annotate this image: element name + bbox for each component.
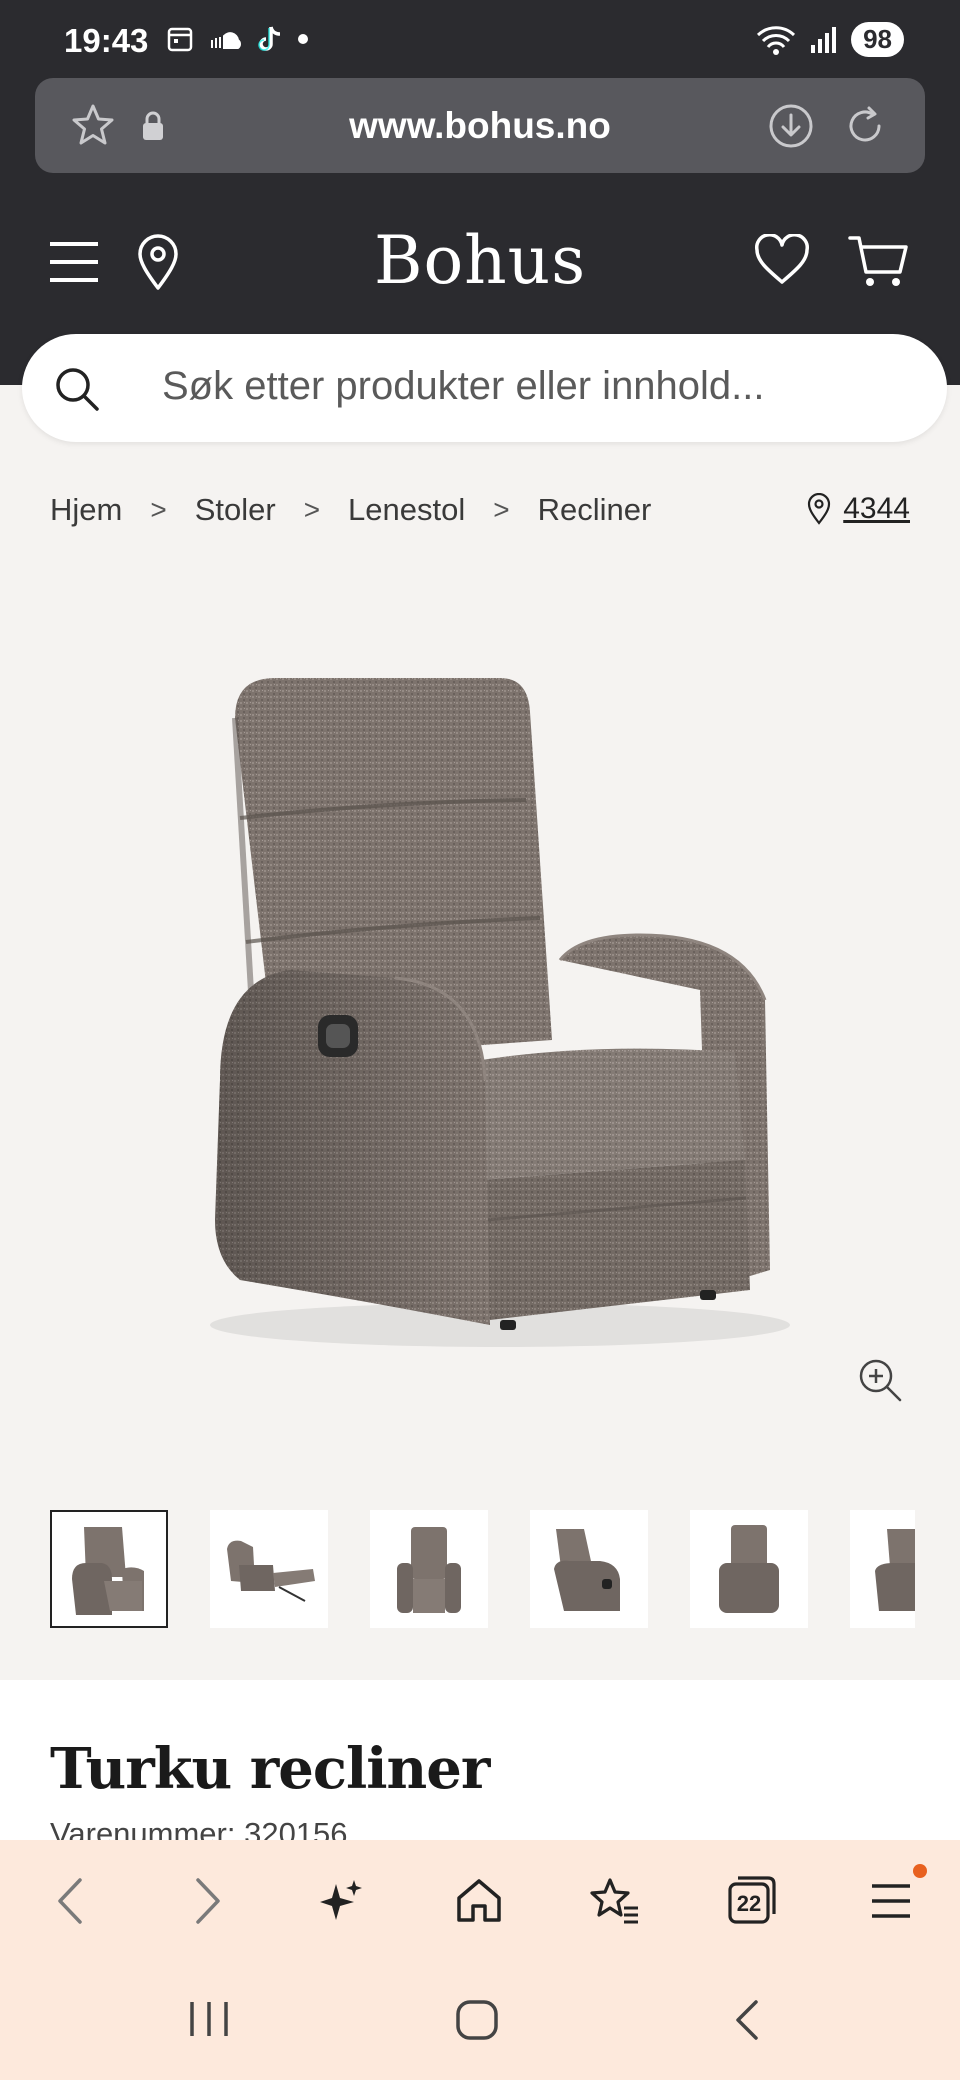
system-back-icon[interactable] <box>730 1998 764 2042</box>
home-button-icon[interactable] <box>454 1998 500 2042</box>
store-postal-code[interactable]: 4344 <box>843 492 910 526</box>
breadcrumb-item-recliner[interactable]: Recliner <box>538 492 652 528</box>
recent-apps-icon[interactable] <box>186 1998 232 2040</box>
product-info: Turku recliner Varenummer: 320156 <box>0 1680 960 1851</box>
status-time: 19:43 <box>64 22 149 59</box>
download-icon[interactable] <box>767 102 815 150</box>
notification-icons <box>166 24 310 54</box>
wifi-icon <box>757 25 796 55</box>
thumbnail-image <box>227 1540 315 1602</box>
selected-store[interactable]: 4344 <box>807 492 910 526</box>
address-bar[interactable]: www.bohus.no <box>35 78 925 173</box>
status-bar: 19:43 98 <box>0 0 960 82</box>
heart-icon[interactable] <box>754 234 810 286</box>
calendar-icon <box>167 27 193 52</box>
search-input[interactable]: Søk etter produkter eller innhold... <box>22 334 947 442</box>
back-arrow-icon[interactable] <box>50 1876 90 1926</box>
bookmarks-icon[interactable] <box>588 1876 642 1926</box>
zoom-in-icon[interactable] <box>856 1356 904 1404</box>
cloud-icon <box>211 32 241 49</box>
menu-icon[interactable] <box>868 1876 914 1926</box>
breadcrumb-item-home[interactable]: Hjem <box>50 492 122 528</box>
search-placeholder: Søk etter produkter eller innhold... <box>162 364 765 408</box>
product-main-image[interactable] <box>180 660 800 1360</box>
system-navigation-bar <box>0 1970 960 2070</box>
breadcrumb-separator: > <box>493 494 510 525</box>
search-icon <box>56 368 99 411</box>
product-title: Turku recliner <box>50 1736 490 1802</box>
sparkle-ai-icon[interactable] <box>318 1876 366 1926</box>
site-header: Bohus <box>0 210 960 320</box>
dot-icon <box>298 34 308 44</box>
breadcrumb-separator: > <box>303 494 321 525</box>
system-icons: 98 <box>755 22 904 57</box>
home-icon[interactable] <box>454 1876 504 1926</box>
notification-dot <box>913 1864 927 1878</box>
browser-toolbar: 22 <box>0 1840 960 1960</box>
tiktok-icon <box>258 26 281 51</box>
thumbnail-side[interactable] <box>850 1510 915 1628</box>
thumbnail-image <box>554 1529 620 1611</box>
thumbnail-side-angle[interactable] <box>530 1510 648 1628</box>
tab-count: 22 <box>736 1891 762 1916</box>
thumbnail-image <box>72 1527 144 1615</box>
thumbnail-front[interactable] <box>370 1510 488 1628</box>
browser-bottom-bar: 22 <box>0 1840 960 2080</box>
breadcrumb-separator: > <box>150 494 167 525</box>
thumbnail-front-angle[interactable] <box>50 1510 168 1628</box>
tabs-button[interactable]: 22 <box>726 1874 778 1926</box>
thumbnail-strip[interactable] <box>50 1510 915 1630</box>
thumbnail-image <box>719 1525 779 1613</box>
thumbnail-image <box>397 1527 461 1613</box>
breadcrumb-item-armchair[interactable]: Lenestol <box>348 492 465 528</box>
brand-logo[interactable]: Bohus <box>0 222 960 299</box>
thumbnail-reclined[interactable] <box>210 1510 328 1628</box>
shopping-cart-icon[interactable] <box>848 234 910 290</box>
forward-arrow-icon[interactable] <box>188 1876 228 1926</box>
thumbnail-back[interactable] <box>690 1510 808 1628</box>
reload-icon[interactable] <box>841 102 889 150</box>
breadcrumb-item-chairs[interactable]: Stoler <box>195 492 276 528</box>
battery-level: 98 <box>851 22 904 57</box>
location-pin-icon <box>808 493 831 525</box>
thumbnail-image <box>875 1529 915 1611</box>
breadcrumb: Hjem > Stoler > Lenestol > Recliner <box>50 492 651 528</box>
signal-icon <box>811 26 837 53</box>
